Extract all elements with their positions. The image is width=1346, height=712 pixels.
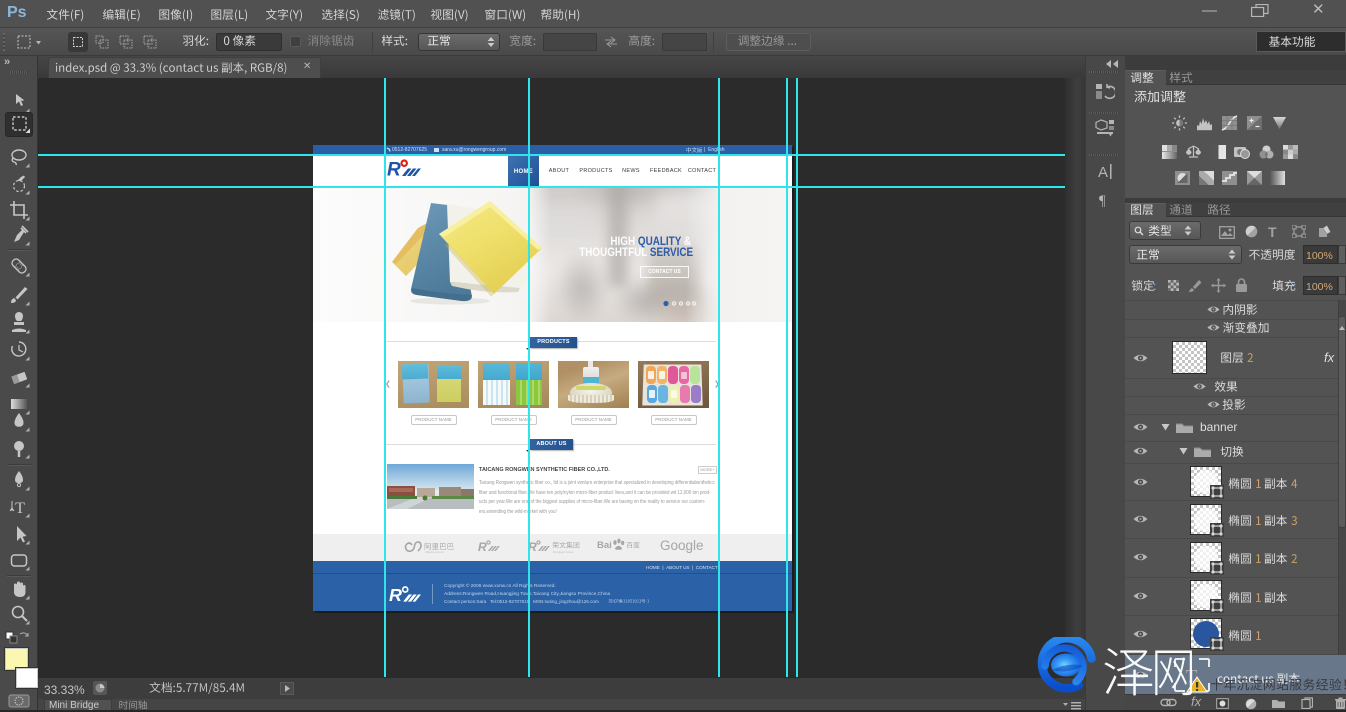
svg-text:A: A <box>1098 164 1108 180</box>
svg-text:R: R <box>478 540 487 553</box>
svg-text:R: R <box>389 585 402 605</box>
svg-text:R: R <box>387 160 401 180</box>
svg-text:T: T <box>15 500 25 517</box>
svg-text:¶: ¶ <box>1099 193 1106 208</box>
